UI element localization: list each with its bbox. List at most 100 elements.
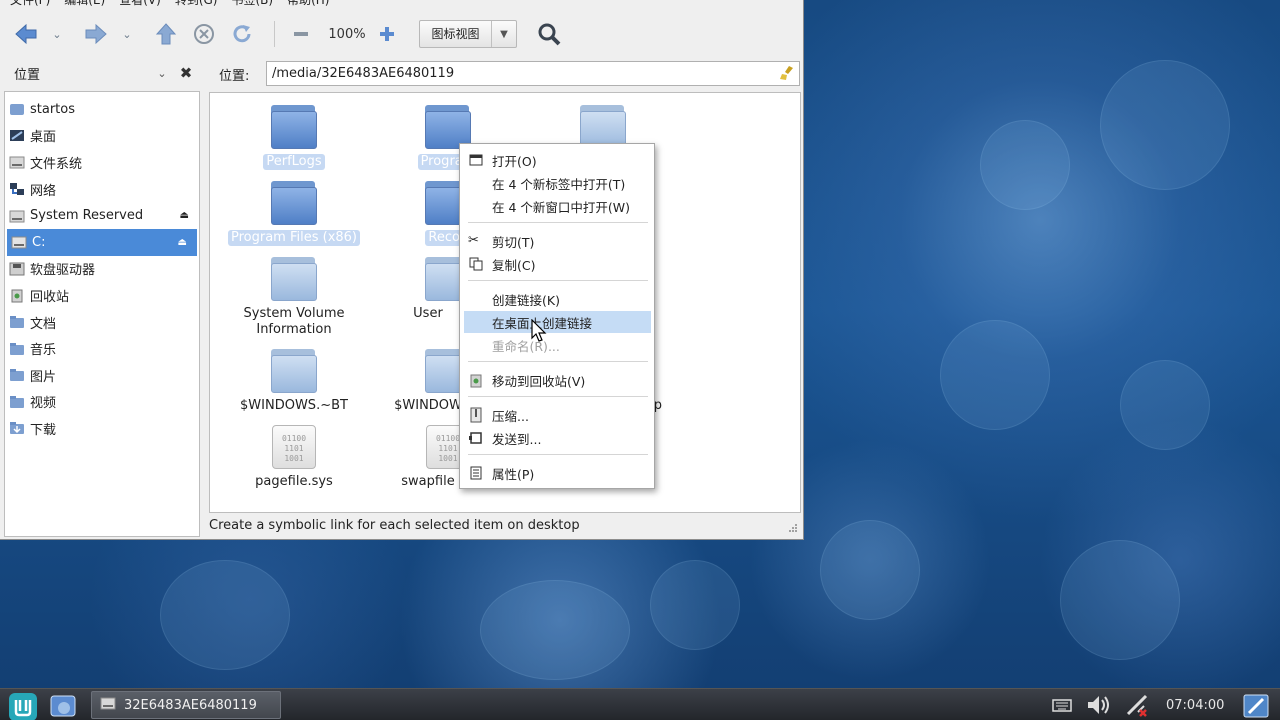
- menu-view[interactable]: 查看(V): [119, 0, 161, 9]
- close-sidepane-button[interactable]: ✖: [174, 64, 198, 82]
- volume-icon: [1088, 696, 1109, 714]
- menu-file[interactable]: 文件(F): [10, 0, 50, 9]
- location-input[interactable]: /media/32E6483AE6480119: [266, 61, 800, 86]
- start-menu-button[interactable]: [8, 692, 37, 720]
- menu-go[interactable]: 转到(G): [175, 0, 218, 9]
- drive-icon: [9, 208, 25, 224]
- stop-icon: [194, 24, 214, 44]
- clear-broom-icon[interactable]: [779, 65, 795, 81]
- sidebar-item-videos[interactable]: 视频: [5, 389, 199, 416]
- menu-item-copy[interactable]: 复制(C): [464, 253, 651, 275]
- clock: 07:04:00: [1166, 698, 1225, 713]
- back-history-dropdown[interactable]: ⌄: [48, 18, 66, 50]
- zoom-out-button[interactable]: [285, 18, 317, 50]
- file-name: swapfile: [401, 474, 455, 489]
- file-item-pagefile[interactable]: 01100 1101 1001 pagefile.sys: [219, 425, 369, 490]
- status-bar: Create a symbolic link for each selected…: [209, 518, 580, 533]
- taskbar: 32E6483AE6480119 07:04:00: [0, 688, 1280, 720]
- downloads-icon: [9, 420, 25, 436]
- view-mode-select[interactable]: 图标视图 ▼: [419, 20, 517, 48]
- file-item-perflogs[interactable]: PerfLogs: [219, 105, 369, 170]
- stop-button[interactable]: [188, 18, 220, 50]
- sidebar-item-label: 桌面: [30, 130, 57, 146]
- forward-history-dropdown[interactable]: ⌄: [118, 18, 136, 50]
- folder-icon: [271, 105, 317, 149]
- mouse-cursor-icon: [531, 319, 547, 342]
- file-item-system-volume-information[interactable]: System Volume Information: [219, 257, 369, 338]
- menu-edit[interactable]: 编辑(E): [64, 0, 105, 9]
- drive-icon: [9, 154, 25, 170]
- menu-item-open-in-windows[interactable]: 在 4 个新窗口中打开(W): [464, 195, 651, 217]
- minus-icon: [294, 32, 308, 36]
- file-name: User: [413, 306, 443, 321]
- videos-icon: [9, 394, 25, 410]
- forward-button[interactable]: [80, 18, 112, 50]
- back-button[interactable]: [10, 18, 42, 50]
- folder-icon: [271, 257, 317, 301]
- network-disconnected-icon: [1126, 694, 1148, 717]
- file-name: System Volume Information: [243, 306, 345, 337]
- sidebar-item-system-reserved[interactable]: System Reserved ⏏: [5, 202, 199, 229]
- menu-separator: [468, 361, 648, 362]
- scissors-icon: ✂: [468, 233, 479, 248]
- drive-icon: [11, 234, 27, 250]
- folder-icon: [271, 349, 317, 393]
- menu-item-cut[interactable]: ✂ 剪切(T): [464, 230, 651, 252]
- file-item-program-files-x86[interactable]: Program Files (x86): [219, 181, 369, 246]
- file-item-windows-bt[interactable]: $WINDOWS.~BT: [219, 349, 369, 414]
- sidebar-item-label: 下载: [30, 422, 57, 438]
- menu-item-compress[interactable]: 压缩...: [464, 404, 651, 426]
- zoom-level: 100%: [328, 26, 366, 42]
- chevron-down-icon: ⌄: [157, 66, 167, 80]
- sidebar-item-pictures[interactable]: 图片: [5, 362, 199, 389]
- sidebar-item-label: 图片: [30, 369, 57, 385]
- menu-item-send-to[interactable]: 发送到...: [464, 427, 651, 449]
- archive-icon: [468, 407, 484, 423]
- volume-tray-button[interactable]: [1085, 692, 1111, 718]
- sidebar-item-network[interactable]: 网络: [5, 176, 199, 203]
- file-name: pagefile.sys: [255, 474, 333, 489]
- file-name: PerfLogs: [263, 154, 325, 170]
- network-tray-button[interactable]: [1124, 692, 1150, 718]
- sidebar-item-floppy[interactable]: 软盘驱动器: [5, 256, 199, 283]
- up-button[interactable]: [150, 18, 182, 50]
- sidebar-item-desktop[interactable]: 桌面: [5, 123, 199, 150]
- sidebar-item-trash[interactable]: 回收站: [5, 282, 199, 309]
- sidebar-item-c-drive[interactable]: C: ⏏: [7, 228, 197, 256]
- eject-icon[interactable]: ⏏: [178, 237, 187, 248]
- search-button[interactable]: [533, 18, 565, 50]
- menu-item-properties[interactable]: 属性(P): [464, 462, 651, 484]
- sidebar-item-music[interactable]: 音乐: [5, 335, 199, 362]
- sidepane-title: 位置: [14, 67, 41, 83]
- sidebar-item-filesystem[interactable]: 文件系统: [5, 149, 199, 176]
- menu-item-create-link-on-desktop[interactable]: 在桌面上创建链接: [464, 311, 651, 333]
- desktop-icon: [9, 128, 25, 144]
- menu-item-open[interactable]: 打开(O): [464, 149, 651, 171]
- drive-icon: [100, 695, 116, 715]
- menu-item-rename[interactable]: 重命名(R)...: [464, 334, 651, 356]
- keyboard-icon: [1052, 699, 1072, 712]
- menu-bookmarks[interactable]: 书签(B): [231, 0, 273, 9]
- notes-tray-button[interactable]: [1242, 692, 1269, 718]
- documents-icon: [9, 314, 25, 330]
- menu-help[interactable]: 帮助(H): [287, 0, 329, 9]
- toolbar: ⌄ ⌄ 100% 图标视图 ▼: [0, 10, 804, 58]
- keyboard-tray-button[interactable]: [1050, 692, 1076, 718]
- zoom-in-button[interactable]: [371, 18, 403, 50]
- sidebar-item-label: System Reserved: [30, 208, 144, 224]
- show-desktop-button[interactable]: [49, 692, 76, 718]
- sidebar-item-startos[interactable]: startos: [5, 96, 199, 123]
- sidebar-item-downloads[interactable]: 下载: [5, 415, 199, 442]
- resize-grip-icon[interactable]: [788, 523, 798, 533]
- menu-item-move-to-trash[interactable]: 移动到回收站(V): [464, 369, 651, 391]
- menu-item-create-link[interactable]: 创建链接(K): [464, 288, 651, 310]
- sidebar-item-documents[interactable]: 文档: [5, 309, 199, 336]
- copy-icon: [468, 256, 484, 272]
- sidepane-mode-dropdown[interactable]: ⌄: [150, 67, 174, 80]
- eject-icon[interactable]: ⏏: [180, 210, 189, 221]
- taskbar-window-item[interactable]: 32E6483AE6480119: [91, 691, 281, 719]
- reload-button[interactable]: [226, 18, 258, 50]
- toolbar-separator: [274, 21, 275, 47]
- pen-icon: [1243, 694, 1269, 718]
- menu-item-open-in-tabs[interactable]: 在 4 个新标签中打开(T): [464, 172, 651, 194]
